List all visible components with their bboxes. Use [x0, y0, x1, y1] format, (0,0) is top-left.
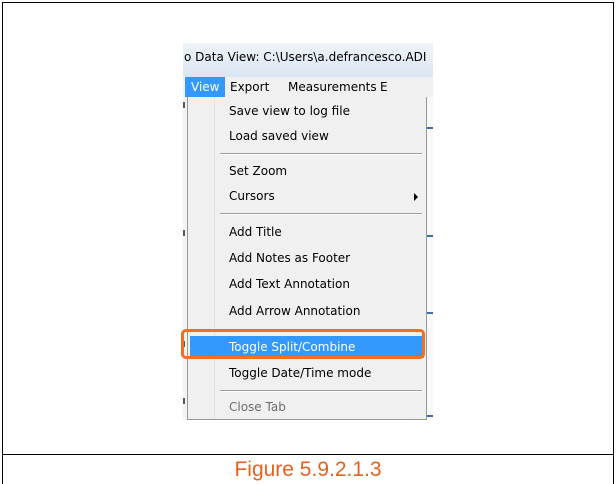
menu-item-cursors[interactable]: Cursors — [190, 185, 424, 207]
menu-item-add-title[interactable]: Add Title — [190, 221, 424, 243]
menu-item-label: Set Zoom — [229, 164, 288, 178]
menu-item-add-notes-as-footer[interactable]: Add Notes as Footer — [190, 247, 424, 269]
menu-view[interactable]: View — [185, 77, 226, 97]
menu-item-label: Add Arrow Annotation — [229, 304, 361, 318]
menu-export[interactable]: Export — [230, 77, 269, 97]
background-window-right-edge — [427, 97, 433, 420]
menu-item-load-saved-view[interactable]: Load saved view — [190, 125, 424, 147]
menubar: View Export Measurements E — [183, 77, 433, 97]
embedded-screenshot: o Data View: C:\Users\a.defrancesco.ADI … — [183, 43, 433, 420]
table-border-top — [2, 2, 614, 3]
submenu-arrow-icon — [414, 193, 418, 201]
menu-item-label: Toggle Date/Time mode — [229, 366, 372, 380]
menu-item-save-view-to-log-file[interactable]: Save view to log file — [190, 100, 424, 122]
menu-separator — [220, 390, 422, 392]
menu-item-label: Cursors — [229, 189, 275, 203]
menu-item-label: Add Text Annotation — [229, 277, 350, 291]
highlight-callout-box — [181, 329, 425, 359]
menu-item-close-tab: Close Tab — [190, 396, 424, 418]
menu-item-label: Close Tab — [229, 400, 286, 414]
menu-item-set-zoom[interactable]: Set Zoom — [190, 160, 424, 182]
menu-item-add-text-annotation[interactable]: Add Text Annotation — [190, 273, 424, 295]
menu-item-label: Add Title — [229, 225, 282, 239]
menu-separator — [220, 153, 422, 155]
menu-item-label: Load saved view — [229, 129, 329, 143]
menu-separator — [220, 213, 422, 215]
menu-item-toggle-date-time-mode[interactable]: Toggle Date/Time mode — [190, 362, 424, 384]
menu-measurements[interactable]: Measurements — [288, 77, 377, 97]
menu-item-label: Save view to log file — [229, 104, 350, 118]
menu-item-label: Add Notes as Footer — [229, 251, 351, 265]
table-border-left — [2, 2, 3, 484]
table-border-right — [613, 2, 614, 484]
table-border-divider — [2, 454, 614, 455]
view-dropdown-menu: Save view to log file Load saved view Se… — [187, 97, 427, 420]
window-titlebar[interactable]: o Data View: C:\Users\a.defrancesco.ADI — [183, 43, 433, 77]
menu-e[interactable]: E — [380, 77, 388, 97]
menu-item-add-arrow-annotation[interactable]: Add Arrow Annotation — [190, 300, 424, 322]
window-title: o Data View: C:\Users\a.defrancesco.ADI — [184, 50, 427, 64]
figure-caption: Figure 5.9.2.1.3 — [234, 458, 382, 481]
